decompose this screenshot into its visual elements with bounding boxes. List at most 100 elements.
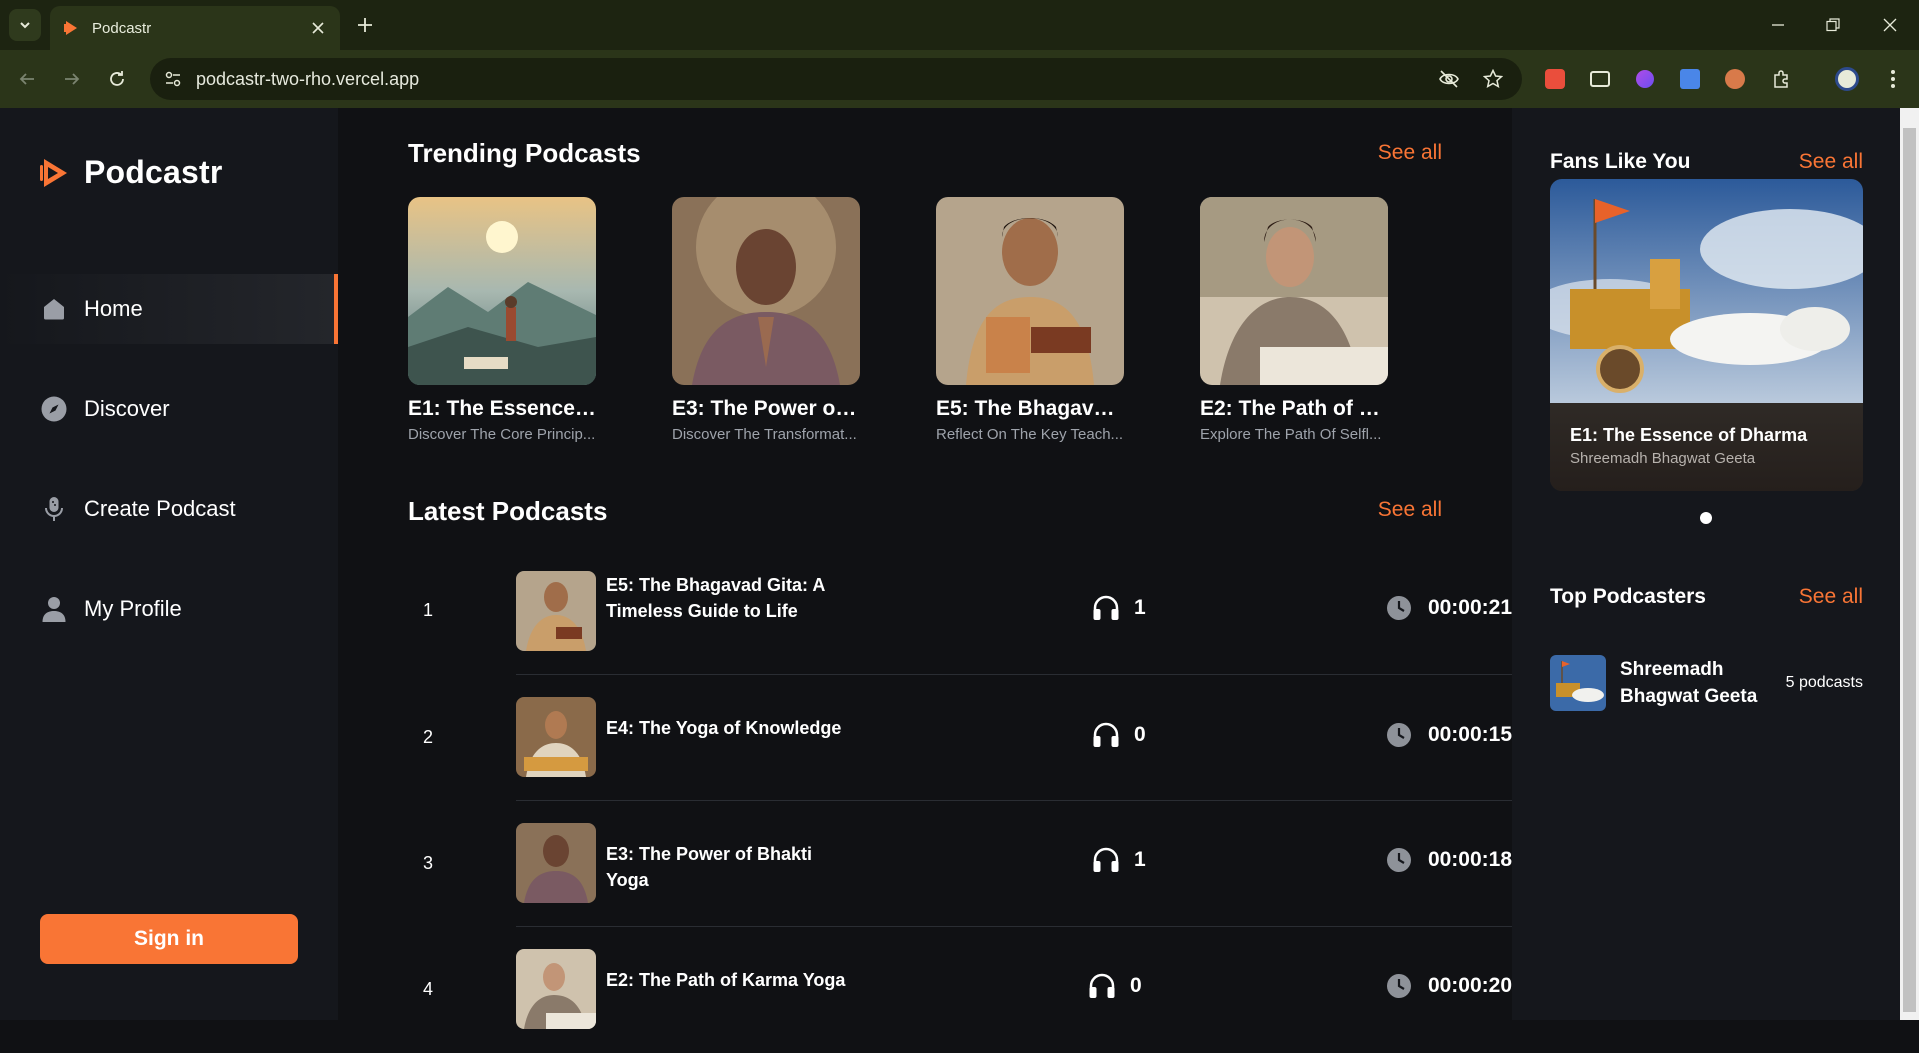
nav-home[interactable]: Home <box>0 274 338 344</box>
app-logo[interactable]: Podcastr <box>38 154 223 191</box>
fans-carousel-card[interactable]: E1: The Essence of Dharma Shreemadh Bhag… <box>1550 179 1863 491</box>
address-bar[interactable]: podcastr-two-rho.vercel.app <box>150 58 1522 100</box>
app-name: Podcastr <box>84 154 223 190</box>
nav-home-label: Home <box>84 296 143 321</box>
headphones-icon <box>1089 973 1115 998</box>
row-number: 4 <box>422 979 433 999</box>
podcast-cover-image <box>1200 197 1388 385</box>
headphones-icon <box>1093 847 1119 872</box>
close-window-button[interactable] <box>1875 10 1905 40</box>
table-row[interactable]: 4 E2: The Path of Karma Yoga 0 00:00:20 <box>408 927 1512 1053</box>
row-number: 3 <box>422 853 433 873</box>
plus-icon <box>358 18 372 32</box>
arrow-left-icon <box>19 73 34 85</box>
podcast-cover-image <box>936 197 1124 385</box>
top-podcasters-title: Top Podcasters <box>1550 585 1706 608</box>
listen-count: 1 <box>1092 595 1146 621</box>
listen-count: 1 <box>1092 847 1146 873</box>
extension-red-icon[interactable] <box>1542 66 1568 92</box>
chevron-down-icon <box>20 22 30 29</box>
clock-icon <box>1386 723 1411 747</box>
nav-create-podcast-label: Create Podcast <box>84 496 236 521</box>
trending-card[interactable]: E3: The Power of ... Discover The Transf… <box>672 197 860 443</box>
latest-title: Latest Podcasts <box>408 496 608 526</box>
nav-discover-label: Discover <box>84 396 170 421</box>
tab-search-button[interactable] <box>9 9 41 41</box>
trending-see-all-link[interactable]: See all <box>1378 141 1442 165</box>
carousel-caption: E1: The Essence of Dharma Shreemadh Bhag… <box>1550 403 1863 491</box>
left-sidebar: Podcastr Home Discover Create Podcast My… <box>0 108 338 1020</box>
podcastr-logo-icon <box>40 158 67 187</box>
trending-card[interactable]: E5: The Bhagavad... Reflect On The Key T… <box>936 197 1124 443</box>
trending-card[interactable]: E2: The Path of Ka... Explore The Path O… <box>1200 197 1388 443</box>
bookmark-star-button[interactable] <box>1478 64 1508 94</box>
browser-tab[interactable]: Podcastr <box>50 6 340 50</box>
duration-value: 00:00:15 <box>1427 723 1512 746</box>
clock-icon <box>1386 974 1411 998</box>
extension-window-icon[interactable] <box>1587 66 1613 92</box>
table-row[interactable]: 1 E5: The Bhagavad Gita: A Timeless Guid… <box>408 549 1512 675</box>
fans-see-all-link[interactable]: See all <box>1799 150 1863 174</box>
listen-count-value: 0 <box>1134 723 1146 746</box>
extension-face-icon[interactable] <box>1722 66 1748 92</box>
duration: 00:00:18 <box>1386 847 1512 873</box>
row-number: 2 <box>422 727 433 747</box>
extensions-puzzle-icon[interactable] <box>1768 66 1794 92</box>
row-title: E2: The Path of Karma Yoga <box>606 970 846 990</box>
page-scrollbar[interactable] <box>1900 108 1919 1020</box>
forward-button[interactable] <box>57 64 87 94</box>
podcastr-favicon-icon <box>64 21 77 35</box>
card-description: Discover The Core Princip... <box>408 426 596 443</box>
trending-card[interactable]: E1: The Essence o... Discover The Core P… <box>408 197 596 443</box>
duration: 00:00:21 <box>1386 595 1512 621</box>
listen-count: 0 <box>1092 722 1146 748</box>
podcaster-row[interactable]: Shreemadh Bhagwat Geeta 5 podcasts <box>1550 655 1863 711</box>
sign-in-button[interactable]: Sign in <box>40 914 298 964</box>
extension-translate-icon[interactable] <box>1677 66 1703 92</box>
right-sidebar: Fans Like You See all E1: The Essence of… <box>1512 108 1900 1020</box>
carousel-dot[interactable] <box>1700 512 1712 524</box>
podcaster-count: 5 podcasts <box>1785 674 1863 691</box>
headphones-icon <box>1093 722 1119 747</box>
fans-title: Fans Like You <box>1550 150 1691 173</box>
latest-see-all-link[interactable]: See all <box>1378 498 1442 522</box>
page-content: Podcastr Home Discover Create Podcast My… <box>0 108 1919 1029</box>
profile-avatar-icon[interactable] <box>1834 66 1860 92</box>
clock-icon <box>1386 848 1411 872</box>
nav-my-profile-label: My Profile <box>84 596 182 621</box>
top-podcasters-see-all-link[interactable]: See all <box>1799 585 1863 609</box>
browser-tab-strip: Podcastr <box>0 0 1919 50</box>
table-row[interactable]: 3 E3: The Power of Bhakti Yoga 1 00:00:1… <box>408 801 1512 927</box>
card-description: Discover The Transformat... <box>672 426 857 443</box>
minimize-button[interactable] <box>1763 10 1793 40</box>
restore-button[interactable] <box>1818 10 1848 40</box>
nav-my-profile[interactable]: My Profile <box>0 574 338 644</box>
tab-title: Podcastr <box>92 19 152 37</box>
duration-value: 00:00:18 <box>1427 848 1512 871</box>
star-icon <box>1483 69 1503 88</box>
row-number: 1 <box>422 600 433 620</box>
row-thumbnail <box>516 823 596 903</box>
back-button[interactable] <box>12 64 42 94</box>
reload-button[interactable] <box>102 64 132 94</box>
listen-count-value: 1 <box>1134 848 1146 871</box>
nav-create-podcast[interactable]: Create Podcast <box>0 474 338 544</box>
extension-purple-icon[interactable] <box>1632 66 1658 92</box>
scrollbar-thumb[interactable] <box>1903 128 1916 1012</box>
minimize-icon <box>1772 24 1784 26</box>
site-info-button[interactable] <box>158 64 188 94</box>
listen-count-value: 1 <box>1134 596 1146 619</box>
microphone-icon <box>40 495 68 523</box>
card-description: Explore The Path Of Selfl... <box>1200 426 1382 443</box>
main-content: Trending Podcasts See all E1: The Essenc… <box>338 108 1512 1029</box>
new-tab-button[interactable] <box>352 12 378 38</box>
podcaster-name: Shreemadh Bhagwat Geeta <box>1620 659 1758 707</box>
tracking-protection-button[interactable] <box>1434 64 1464 94</box>
duration: 00:00:20 <box>1386 973 1512 999</box>
nav-discover[interactable]: Discover <box>0 374 338 444</box>
table-row[interactable]: 2 E4: The Yoga of Knowledge 0 00:00:15 <box>408 675 1512 801</box>
clock-icon <box>1386 596 1411 620</box>
eye-off-icon <box>1439 70 1459 88</box>
browser-menu-icon[interactable] <box>1880 66 1906 92</box>
tab-close-button[interactable] <box>308 18 328 38</box>
